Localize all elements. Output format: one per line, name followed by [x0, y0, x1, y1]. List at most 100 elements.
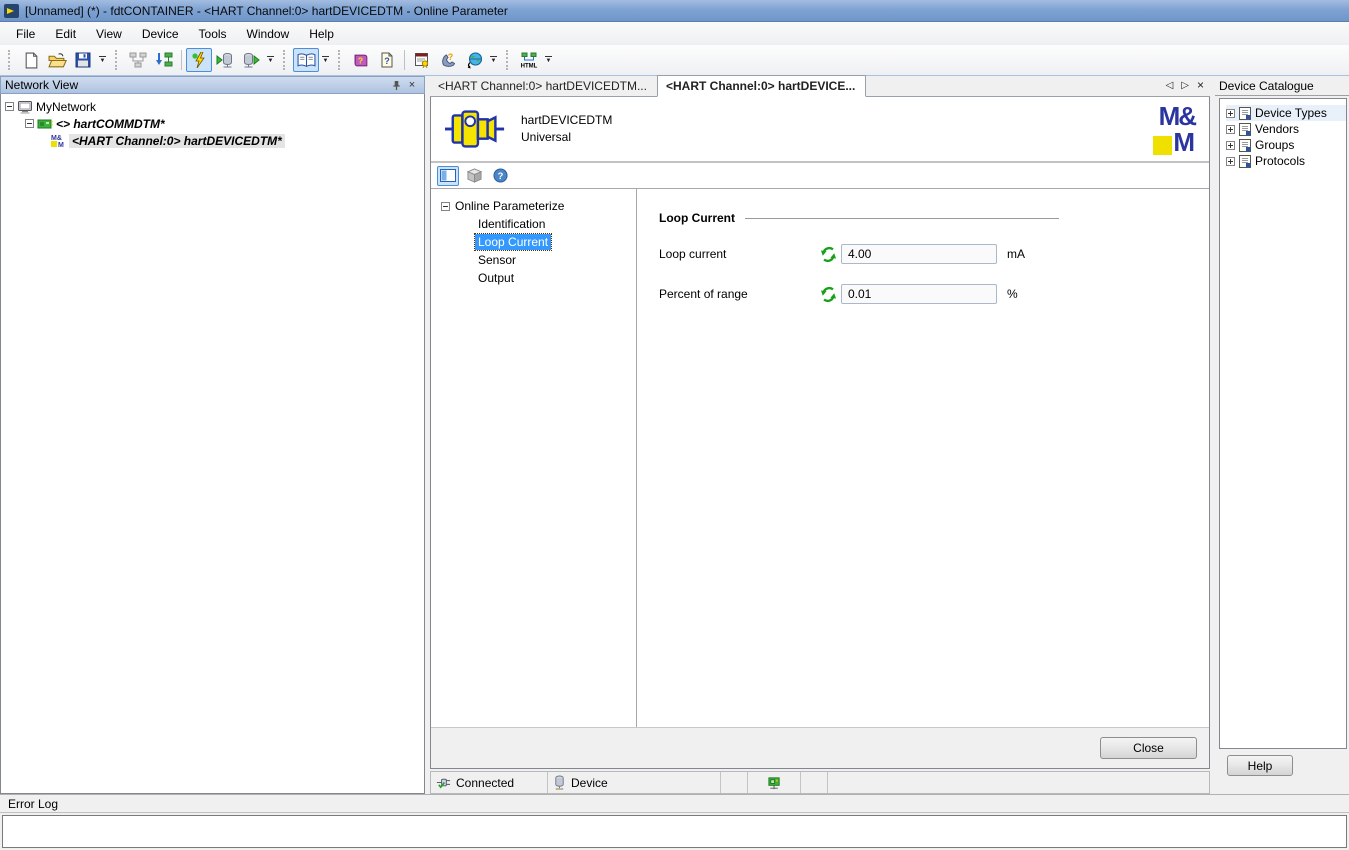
- help-book-icon: ?: [354, 54, 367, 66]
- close-button[interactable]: Close: [1100, 737, 1197, 759]
- catalogue-item-label: Groups: [1255, 138, 1295, 152]
- device-actions-dropdown-button[interactable]: ▼: [264, 48, 277, 72]
- toolbar-grip[interactable]: [115, 50, 121, 70]
- globe-icon: [467, 52, 482, 68]
- add-device-button[interactable]: [151, 48, 177, 72]
- help-dropdown-button[interactable]: ▼: [487, 48, 500, 72]
- loop-current-input[interactable]: [841, 244, 997, 264]
- expand-icon[interactable]: [1226, 140, 1235, 150]
- html-export-button[interactable]: HTML: [516, 48, 542, 72]
- catalogue-item-groups[interactable]: Groups: [1226, 137, 1346, 153]
- collapse-icon[interactable]: [5, 102, 14, 111]
- device-cylinder-icon: [555, 775, 564, 790]
- help-button-icon[interactable]: ?: [489, 166, 511, 186]
- menu-device[interactable]: Device: [132, 24, 189, 44]
- nav-item-sensor[interactable]: Sensor: [475, 251, 636, 269]
- save-dropdown-button[interactable]: ▼: [96, 48, 109, 72]
- connect-button[interactable]: [186, 48, 212, 72]
- mm-logo-square: [1153, 136, 1173, 155]
- connect-lightning-icon: [192, 52, 205, 68]
- error-log-content[interactable]: [2, 815, 1347, 848]
- tab-scroll-right-icon[interactable]: ▷: [1181, 80, 1189, 91]
- upload-device-icon: [216, 53, 232, 68]
- tab-scroll-left-icon[interactable]: ◁: [1166, 80, 1174, 91]
- device-name: hartDEVICEDTM: [521, 113, 613, 127]
- collapse-icon[interactable]: [441, 201, 450, 211]
- network-topology-button: [125, 48, 151, 72]
- device-catalogue-toggle-button[interactable]: [293, 48, 319, 72]
- tab-close-icon[interactable]: ×: [1197, 78, 1204, 92]
- download-to-device-button[interactable]: [238, 48, 264, 72]
- toolbar-grip[interactable]: [8, 50, 14, 70]
- percent-of-range-input[interactable]: [841, 284, 997, 304]
- error-log-panel: Error Log: [0, 794, 1349, 850]
- help-topic-button[interactable]: ?: [374, 48, 400, 72]
- save-project-button[interactable]: [70, 48, 96, 72]
- catalogue-page-icon: [1239, 122, 1251, 136]
- menu-window[interactable]: Window: [237, 24, 300, 44]
- catalogue-item-vendors[interactable]: Vendors: [1226, 121, 1346, 137]
- help-contents-button[interactable]: ?: [348, 48, 374, 72]
- nav-item-identification[interactable]: Identification: [475, 215, 636, 233]
- toolbar-grip[interactable]: [506, 50, 512, 70]
- download-device-icon: [244, 53, 260, 68]
- expand-icon[interactable]: [1226, 108, 1235, 118]
- section-header: Loop Current: [659, 211, 1059, 225]
- tree-item-mynetwork[interactable]: MyNetwork: [5, 98, 424, 115]
- menu-tools[interactable]: Tools: [189, 24, 237, 44]
- parameter-panel: Loop Current Loop current mA Percent of …: [637, 189, 1209, 727]
- menu-edit[interactable]: Edit: [45, 24, 86, 44]
- cube-icon: [466, 168, 482, 183]
- tree-item-hartdevicedtm[interactable]: M& M <HART Channel:0> hartDEVICEDTM*: [5, 132, 424, 149]
- device-transmitter-icon: [445, 110, 505, 148]
- dtm-header: hartDEVICEDTM Universal M& M: [431, 97, 1209, 163]
- chevron-down-icon: ▼: [490, 58, 497, 64]
- open-project-button[interactable]: [44, 48, 70, 72]
- refresh-icon[interactable]: [819, 245, 837, 263]
- chip-icon: [767, 776, 780, 789]
- toolbar-grip[interactable]: [338, 50, 344, 70]
- expand-icon[interactable]: [1226, 156, 1235, 166]
- support-button[interactable]: ?: [435, 48, 461, 72]
- views-button[interactable]: [463, 166, 485, 186]
- nav-root-online-parameterize[interactable]: Online Parameterize: [441, 197, 636, 215]
- dtm-button-band: Close: [431, 727, 1209, 768]
- comm-board-icon: [37, 119, 53, 128]
- menu-view[interactable]: View: [86, 24, 132, 44]
- section-title: Loop Current: [659, 211, 735, 225]
- error-log-title: Error Log: [8, 796, 59, 811]
- refresh-icon[interactable]: [819, 285, 837, 303]
- tab-hartdevicedtm-2-active[interactable]: <HART Channel:0> hartDEVICE...: [656, 75, 867, 97]
- support-phone-icon: ?: [441, 52, 455, 67]
- catalogue-page-icon: [1239, 138, 1251, 152]
- nav-item-loop-current[interactable]: Loop Current: [473, 233, 636, 251]
- catalogue-item-protocols[interactable]: Protocols: [1226, 153, 1346, 169]
- app-icon: [4, 3, 19, 18]
- menu-file[interactable]: File: [6, 24, 45, 44]
- catalogue-dropdown-button[interactable]: ▼: [319, 48, 332, 72]
- web-link-button[interactable]: [461, 48, 487, 72]
- show-navigation-button[interactable]: [437, 165, 459, 186]
- close-icon[interactable]: ×: [404, 78, 420, 92]
- network-tree: MyNetwork <> hartCOMMDTM* M& M <HART Chan…: [0, 94, 425, 794]
- nav-item-output[interactable]: Output: [475, 269, 636, 287]
- tree-item-hartcommdtm[interactable]: <> hartCOMMDTM*: [5, 115, 424, 132]
- tab-hartdevicedtm-1[interactable]: <HART Channel:0> hartDEVICEDTM...: [430, 76, 657, 96]
- menu-help[interactable]: Help: [299, 24, 344, 44]
- param-row-percent-of-range: Percent of range %: [659, 283, 1189, 305]
- tree-item-label: MyNetwork: [36, 99, 97, 114]
- expand-icon[interactable]: [1226, 124, 1235, 134]
- export-dropdown-button[interactable]: ▼: [542, 48, 555, 72]
- toolbar-separator: [181, 50, 182, 70]
- new-project-button[interactable]: [18, 48, 44, 72]
- collapse-icon[interactable]: [25, 119, 34, 128]
- toolbar-grip[interactable]: [283, 50, 289, 70]
- catalogue-book-icon: [297, 52, 315, 67]
- status-segment-empty: [828, 772, 1209, 793]
- help-button[interactable]: Help: [1227, 755, 1293, 776]
- pin-icon[interactable]: [388, 78, 404, 92]
- document-tab-bar: <HART Channel:0> hartDEVICEDTM... <HART …: [430, 75, 1210, 97]
- license-info-button[interactable]: [409, 48, 435, 72]
- catalogue-item-device-types[interactable]: Device Types: [1226, 105, 1346, 121]
- upload-from-device-button[interactable]: [212, 48, 238, 72]
